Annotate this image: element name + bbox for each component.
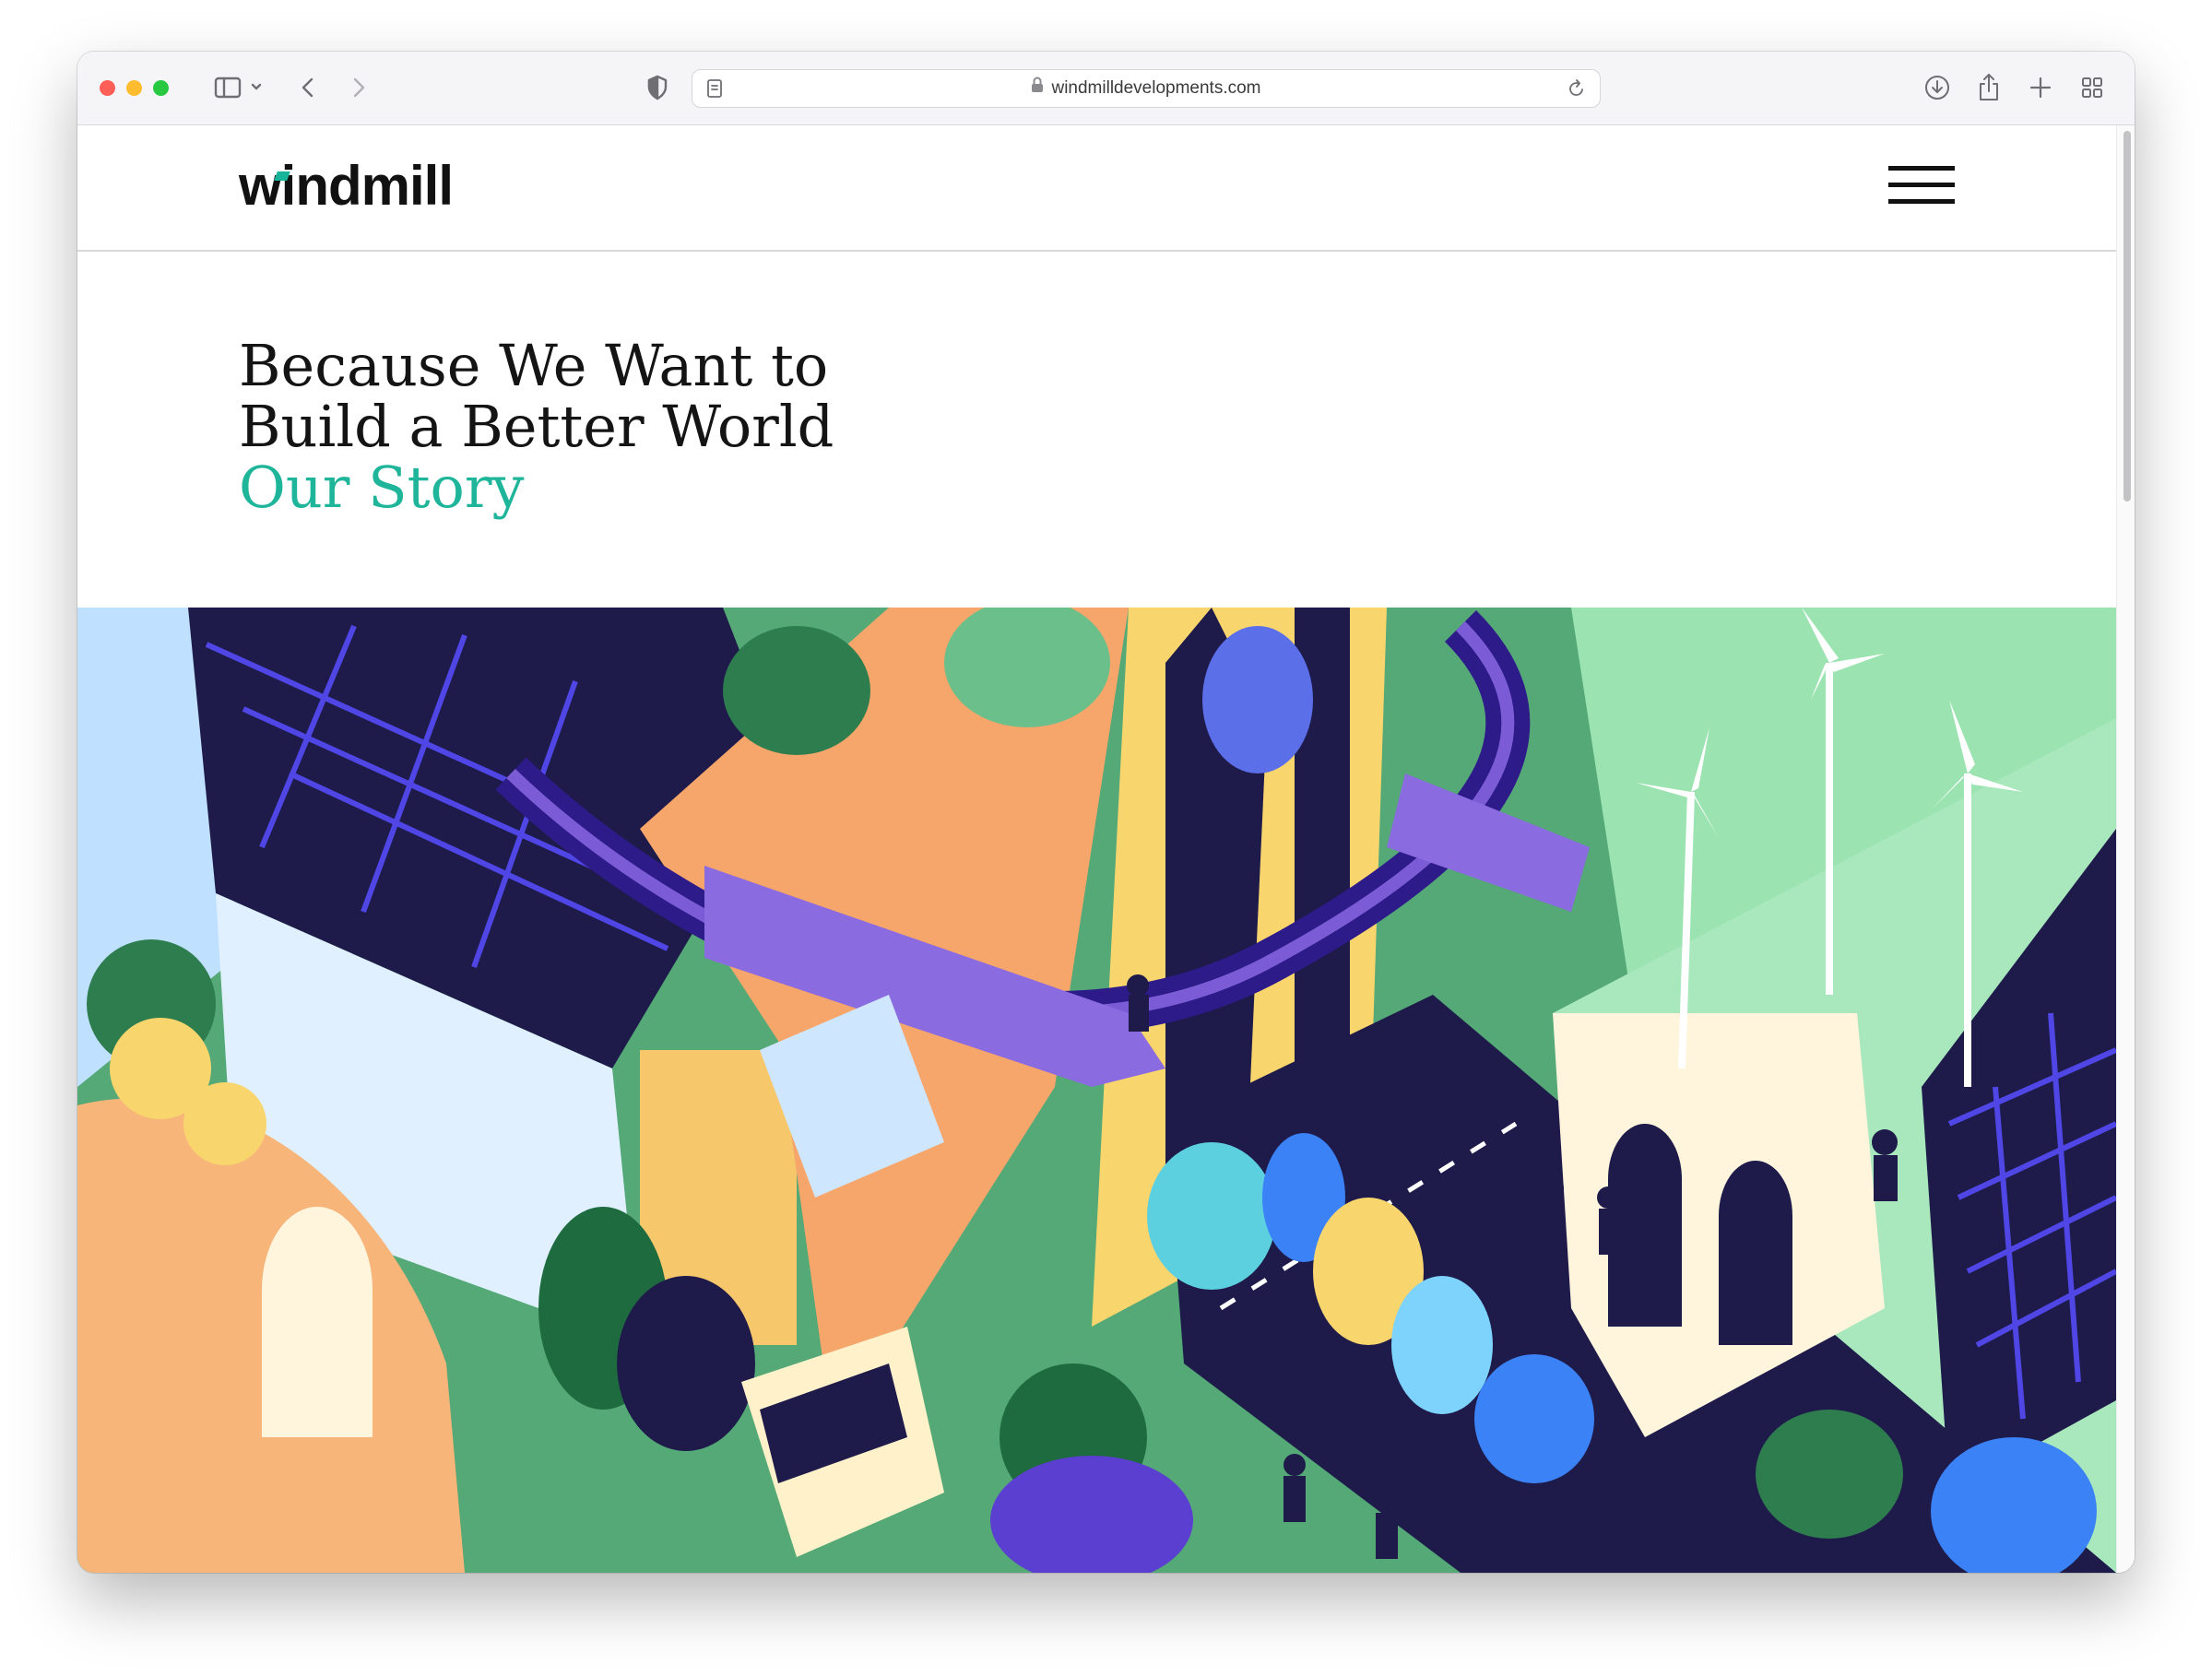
city-illustration [77, 608, 2116, 1573]
scrollbar-thumb[interactable] [2123, 131, 2131, 502]
browser-window: windmilldevelopments.com windmill Becaus… [77, 52, 2135, 1573]
downloads-icon[interactable] [1920, 68, 1955, 107]
minimize-window-button[interactable] [126, 80, 142, 96]
site-header: windmill [77, 125, 2116, 252]
back-arrow-icon[interactable] [294, 68, 322, 107]
hero-line-1: Because We Want to [239, 332, 829, 399]
zoom-window-button[interactable] [153, 80, 169, 96]
page-scrollbar[interactable] [2116, 125, 2135, 1573]
our-story-heading: Our Story [239, 454, 525, 521]
tab-overview-icon[interactable] [2075, 68, 2110, 107]
new-tab-plus-icon[interactable] [2023, 68, 2058, 107]
reload-icon[interactable] [1563, 70, 1591, 107]
url-text: windmilldevelopments.com [1051, 78, 1261, 99]
address-bar[interactable]: windmilldevelopments.com [692, 69, 1601, 108]
windmill-logo[interactable]: windmill [239, 149, 454, 223]
browser-toolbar: windmilldevelopments.com [77, 52, 2135, 125]
page-viewport: windmill Because We Want to Build a Bett… [77, 125, 2135, 1573]
close-window-button[interactable] [100, 80, 115, 96]
hero-heading: Because We Want to Build a Better World … [239, 336, 834, 518]
sidebar-toggle-icon[interactable] [211, 68, 266, 107]
lock-icon [1031, 70, 1044, 107]
forward-arrow-icon[interactable] [345, 68, 373, 107]
privacy-shield-icon[interactable] [642, 68, 673, 107]
hero-line-2: Build a Better World [239, 393, 834, 460]
hamburger-menu-icon[interactable] [1888, 166, 1955, 205]
share-icon[interactable] [1971, 68, 2006, 107]
